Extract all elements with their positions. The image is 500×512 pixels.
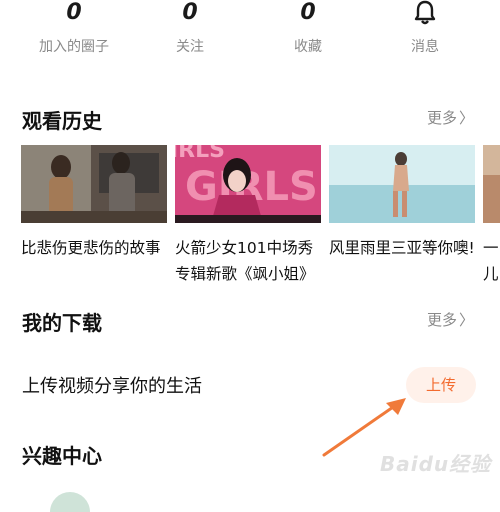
history-item[interactable]: 风里雨里三亚等你噢! <box>329 145 475 261</box>
history-list: 比悲伤更悲伤的故事 IRLS GIRLS 火箭少女101中场秀专辑新歌《飒小姐》 <box>0 145 500 285</box>
downloads-more-link[interactable]: 更多〉 <box>427 309 474 330</box>
avatar[interactable] <box>50 492 90 512</box>
stat-favorites[interactable]: 0 收藏 <box>268 0 348 56</box>
more-label: 更多 <box>426 311 457 329</box>
stat-messages[interactable]: 消息 <box>385 0 465 56</box>
stat-label: 加入的圈子 <box>39 39 109 55</box>
video-caption: 火箭少女101中场秀专辑新歌《飒小姐》 <box>175 239 315 283</box>
video-caption: 风里雨里三亚等你噢! <box>329 239 475 257</box>
upload-button[interactable]: 上传 <box>406 367 476 403</box>
interest-title: 兴趣中心 <box>22 444 102 468</box>
history-item[interactable]: IRLS GIRLS 火箭少女101中场秀专辑新歌《飒小姐》 <box>175 145 321 285</box>
stat-label: 收藏 <box>294 39 322 55</box>
history-title: 观看历史 <box>22 109 102 133</box>
stat-label: 关注 <box>176 39 204 55</box>
stat-value: 0 <box>66 0 82 25</box>
video-thumbnail <box>329 145 475 223</box>
watermark: Baidu经验 <box>380 452 492 476</box>
history-item[interactable]: 比悲伤更悲伤的故事 <box>21 145 167 261</box>
bell-icon <box>385 0 465 28</box>
video-thumbnail <box>483 145 500 223</box>
stat-joined-circles[interactable]: 0 加入的圈子 <box>34 0 114 56</box>
downloads-title: 我的下载 <box>22 311 102 335</box>
stat-following[interactable]: 0 关注 <box>150 0 230 56</box>
video-thumbnail <box>21 145 167 223</box>
video-caption: 比悲伤更悲伤的故事 <box>21 239 161 257</box>
video-thumbnail: IRLS GIRLS <box>175 145 321 223</box>
stat-value: 0 <box>182 0 198 25</box>
more-label: 更多 <box>426 109 457 127</box>
chevron-right-icon: 〉 <box>458 109 474 127</box>
stat-label: 消息 <box>411 39 439 55</box>
chevron-right-icon: 〉 <box>458 311 474 329</box>
history-item[interactable]: 一儿 <box>483 145 500 285</box>
video-caption: 一儿 <box>483 239 499 283</box>
stat-value: 0 <box>300 0 316 25</box>
svg-text:IRLS: IRLS <box>175 145 225 163</box>
upload-prompt: 上传视频分享你的生活 <box>22 376 202 397</box>
stats-bar: 0 加入的圈子 0 关注 0 收藏 消息 <box>0 0 500 70</box>
history-more-link[interactable]: 更多〉 <box>427 107 474 128</box>
